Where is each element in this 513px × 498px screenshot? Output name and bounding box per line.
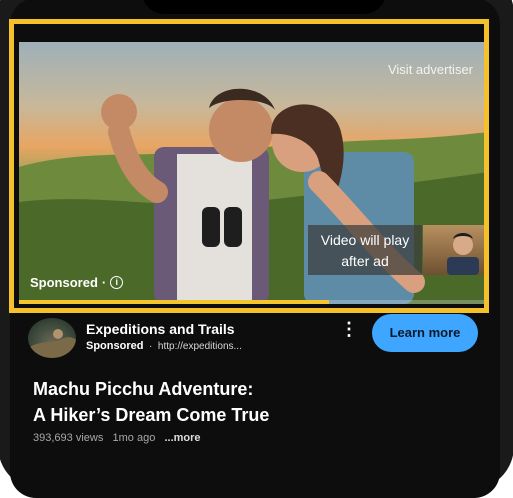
learn-more-button[interactable]: Learn more bbox=[372, 314, 478, 352]
ad-channel-row: Expeditions and Trails Sponsored · http:… bbox=[0, 314, 513, 368]
highlight-frame bbox=[9, 19, 489, 313]
video-title[interactable]: Machu Picchu Adventure: A Hiker’s Dream C… bbox=[33, 376, 453, 428]
video-meta: 393,693 views 1mo ago ...more bbox=[33, 432, 201, 444]
phone-notch bbox=[142, 0, 386, 14]
channel-avatar-image bbox=[28, 329, 76, 358]
upload-age: 1mo ago bbox=[112, 432, 156, 444]
view-count: 393,693 views bbox=[33, 432, 104, 444]
advertiser-url[interactable]: http://expeditions... bbox=[158, 341, 242, 352]
more-link[interactable]: ...more bbox=[164, 432, 200, 444]
more-options-icon[interactable]: ⋮ bbox=[340, 320, 358, 338]
channel-avatar[interactable] bbox=[28, 318, 76, 358]
channel-dot: · bbox=[149, 341, 153, 352]
channel-name[interactable]: Expeditions and Trails bbox=[86, 321, 235, 337]
channel-sponsored-line: Sponsored · http://expeditions... bbox=[86, 340, 242, 352]
channel-sponsored-label: Sponsored bbox=[86, 340, 144, 352]
